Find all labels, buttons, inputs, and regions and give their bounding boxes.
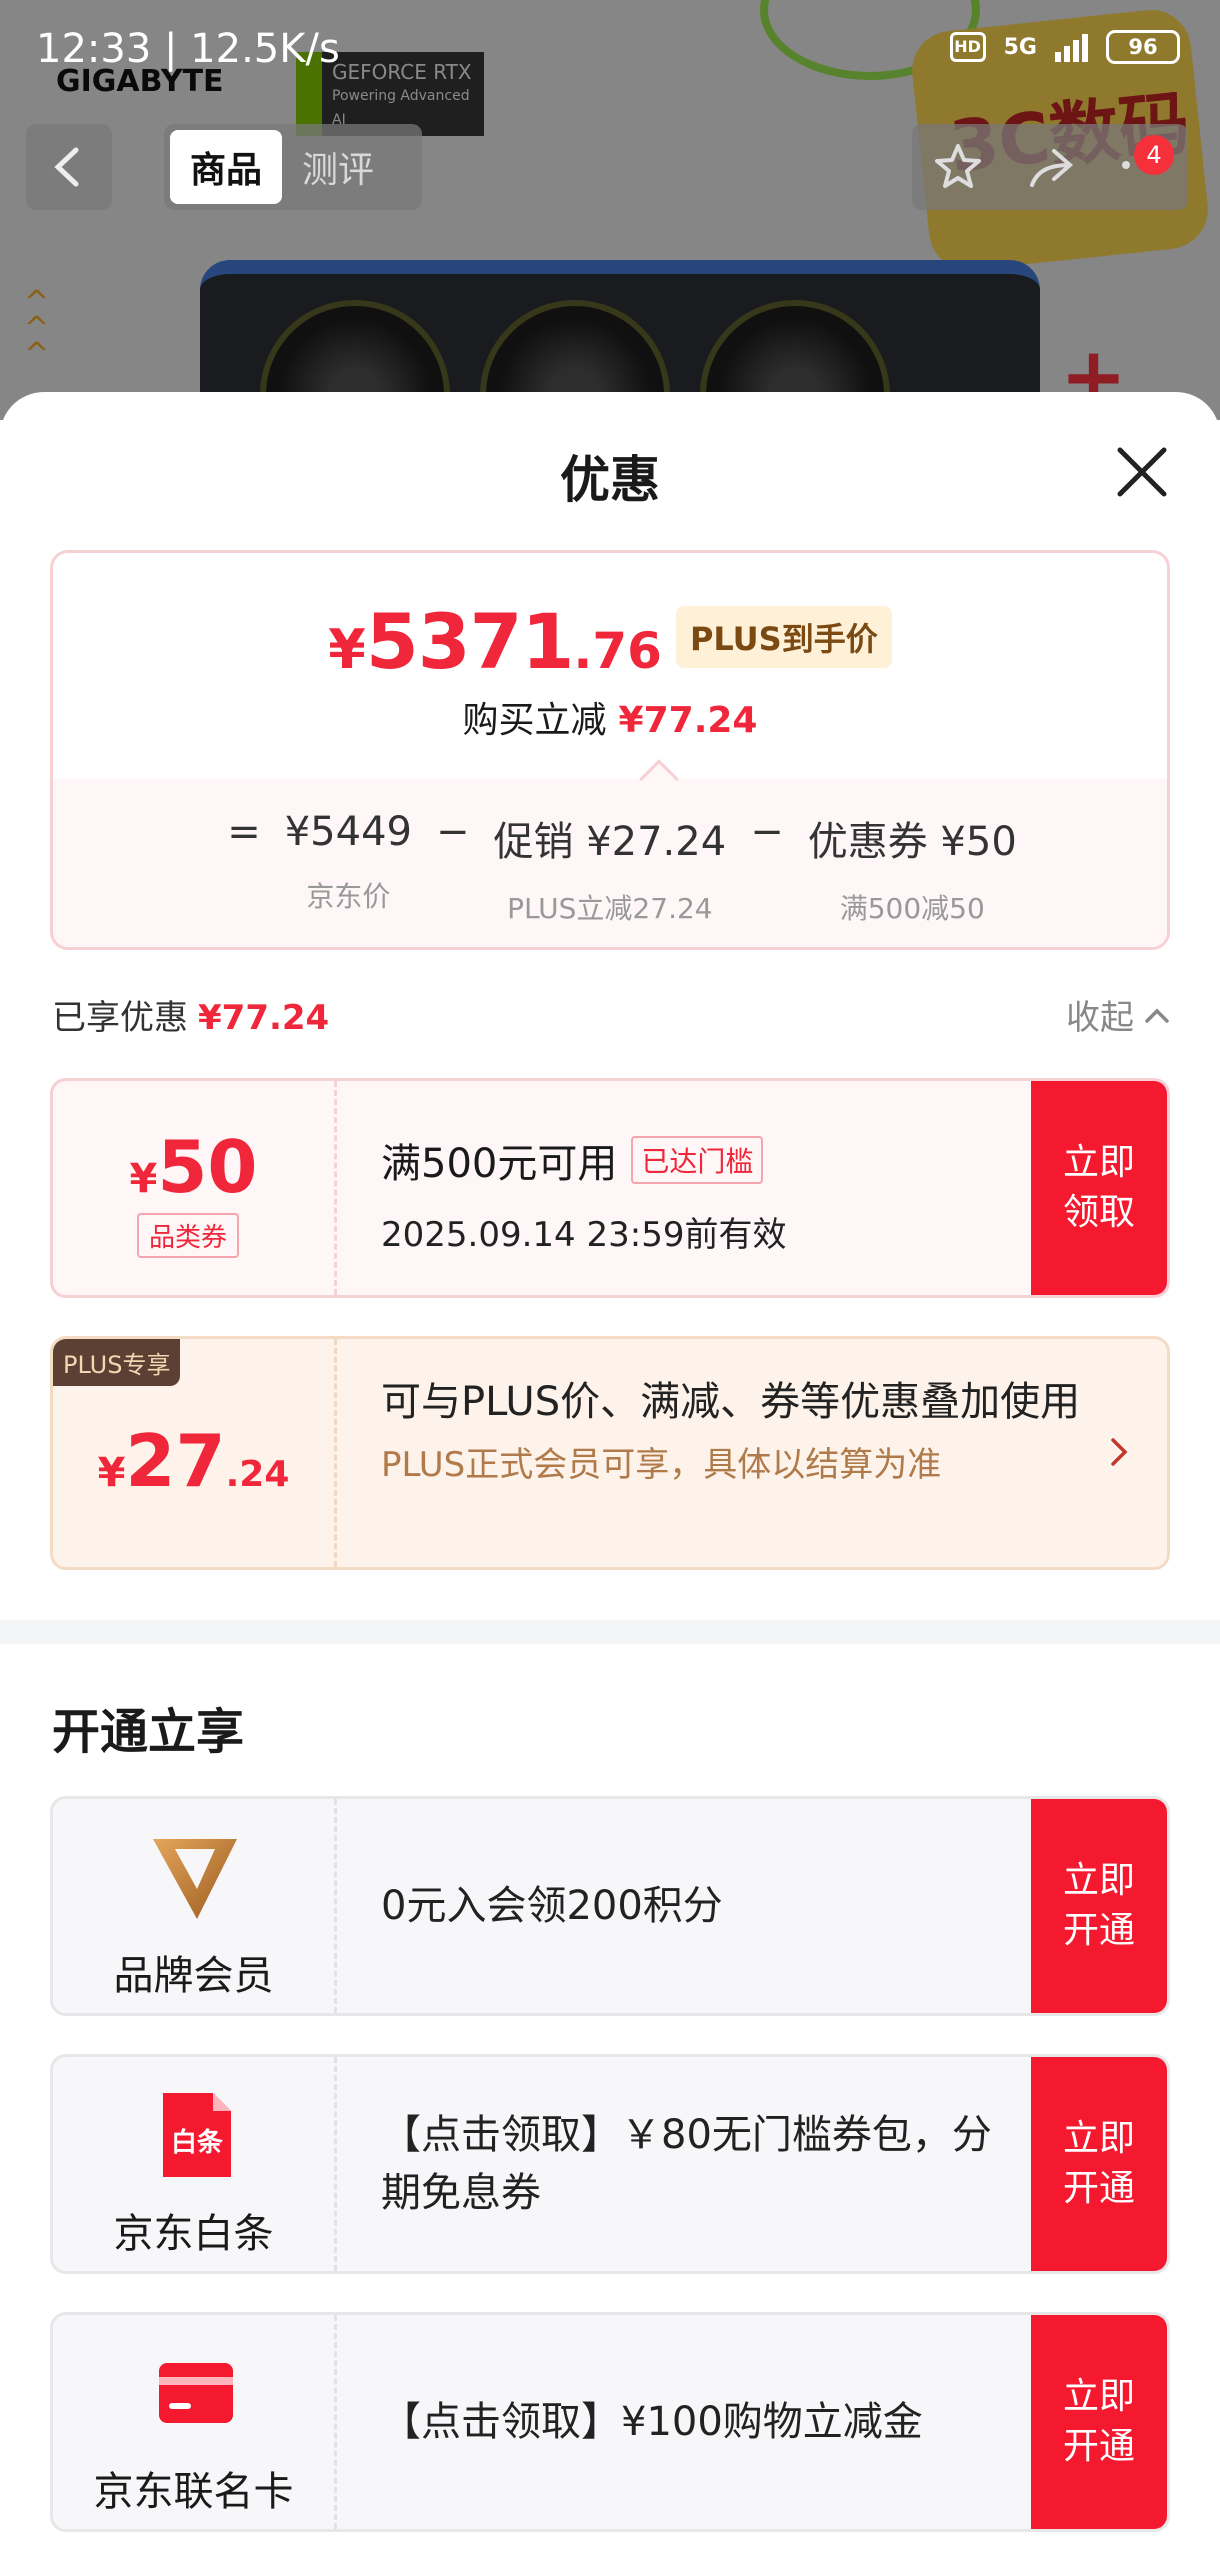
top-actions: 4 (912, 124, 1188, 210)
coupon-amount: ¥50 (129, 1125, 258, 1209)
co-branded-card: 京东联名卡 【点击领取】¥100购物立减金 立即开通 (50, 2312, 1170, 2532)
back-button[interactable] (26, 124, 112, 210)
open-card-button[interactable]: 立即开通 (1031, 2315, 1167, 2529)
final-price: ¥ 5371 .76 PLUS到手价 (53, 597, 1167, 686)
chevron-left-icon (54, 147, 79, 187)
chevron-right-icon (1111, 1438, 1128, 1466)
formula-coupon: 优惠券 ¥50 满500减50 (807, 819, 1017, 925)
hd-icon: HD (949, 32, 986, 62)
share-icon[interactable] (1024, 141, 1076, 193)
collapse-toggle[interactable]: 收起 (1066, 990, 1170, 1039)
card-icon (159, 2363, 233, 2423)
close-icon[interactable] (1112, 442, 1172, 502)
member-name: 京东联名卡 (93, 2469, 294, 2515)
signal-icon (1055, 32, 1088, 62)
coupon-type-tag: 品类券 (137, 1213, 240, 1258)
category-coupon: ¥50 品类券 满500元可用 已达门槛 2025.09.14 23:59前有效… (50, 1078, 1170, 1298)
tab-review[interactable]: 测评 (282, 130, 394, 204)
battery-icon: 96 (1106, 30, 1180, 64)
section-divider (0, 1620, 1220, 1644)
equals-sign: = (227, 809, 261, 855)
open-baitiao-button[interactable]: 立即开通 (1031, 2057, 1167, 2271)
star-icon[interactable] (932, 141, 984, 193)
baitiao-card: 白条 京东白条 【点击领取】￥80无门槛券包，分期免息券 立即开通 (50, 2054, 1170, 2274)
chevron-up-icon (1145, 1008, 1169, 1023)
more-button[interactable]: 4 (1116, 135, 1174, 195)
formula-promotion: 促销 ¥27.24 PLUS立减27.24 (493, 819, 727, 925)
member-name: 京东白条 (113, 2211, 274, 2257)
plus-exclusive-card[interactable]: ¥27.24 PLUS专享 可与PLUS价、满减、券等优惠叠加使用 PLUS正式… (50, 1336, 1170, 1570)
plus-description: 可与PLUS价、满减、券等优惠叠加使用 (381, 1379, 1081, 1425)
member-benefit: 【点击领取】￥80无门槛券包，分期免息券 (381, 2112, 992, 2216)
threshold-reached-tag: 已达门槛 (631, 1136, 764, 1184)
cart-badge: 4 (1134, 135, 1174, 175)
plus-price-tag: PLUS到手价 (675, 606, 892, 668)
network-type: 5G (1003, 34, 1037, 60)
svg-text:白条: 白条 (171, 2127, 224, 2158)
tab-product[interactable]: 商品 (170, 130, 283, 204)
minus-sign: − (435, 809, 470, 855)
formula-jd-price: ¥5449 京东价 (284, 809, 412, 913)
plus-note: PLUS正式会员可享，具体以结算为准 (381, 1445, 942, 1485)
status-time: 12:33 | 12.5K/s (36, 26, 340, 72)
product-tabs: 商品 测评 (164, 124, 422, 210)
price-formula: = ¥5449 京东价 − 促销 ¥27.24 PLUS立减27.24 − 优惠… (53, 779, 1167, 947)
member-benefit: 0元入会领200积分 (381, 1883, 723, 1929)
coupon-validity: 2025.09.14 23:59前有效 (381, 1215, 787, 1255)
member-name: 品牌会员 (113, 1953, 274, 1999)
sheet-title: 优惠 (560, 451, 660, 509)
claim-coupon-button[interactable]: 立即领取 (1031, 1081, 1167, 1295)
brand-v-icon (153, 1839, 237, 1919)
member-benefit: 【点击领取】¥100购物立减金 (381, 2399, 923, 2445)
brand-member-card: 品牌会员 0元入会领200积分 立即开通 (50, 1796, 1170, 2016)
section-title: 开通立享 (52, 1704, 245, 1760)
coupon-condition: 满500元可用 (381, 1141, 618, 1187)
status-bar: 12:33 | 12.5K/s HD 5G 96 (0, 0, 1220, 100)
plus-amount: ¥27.24 (97, 1419, 290, 1503)
open-member-button[interactable]: 立即开通 (1031, 1799, 1167, 2013)
minus-sign: − (750, 809, 784, 855)
reduce-line: 购买立减 ¥77.24 (462, 700, 758, 741)
enjoyed-discount: 已享优惠 ¥77.24 (52, 998, 330, 1038)
price-breakdown-card: ¥ 5371 .76 PLUS到手价 购买立减 ¥77.24 = ¥5449 京东… (50, 550, 1170, 950)
baitiao-icon: 白条 (163, 2093, 231, 2177)
plus-exclusive-tag: PLUS专享 (53, 1339, 181, 1386)
discount-sheet: 优惠 ¥ 5371 .76 PLUS到手价 购买立减 ¥77.24 = ¥5449… (0, 392, 1220, 2551)
